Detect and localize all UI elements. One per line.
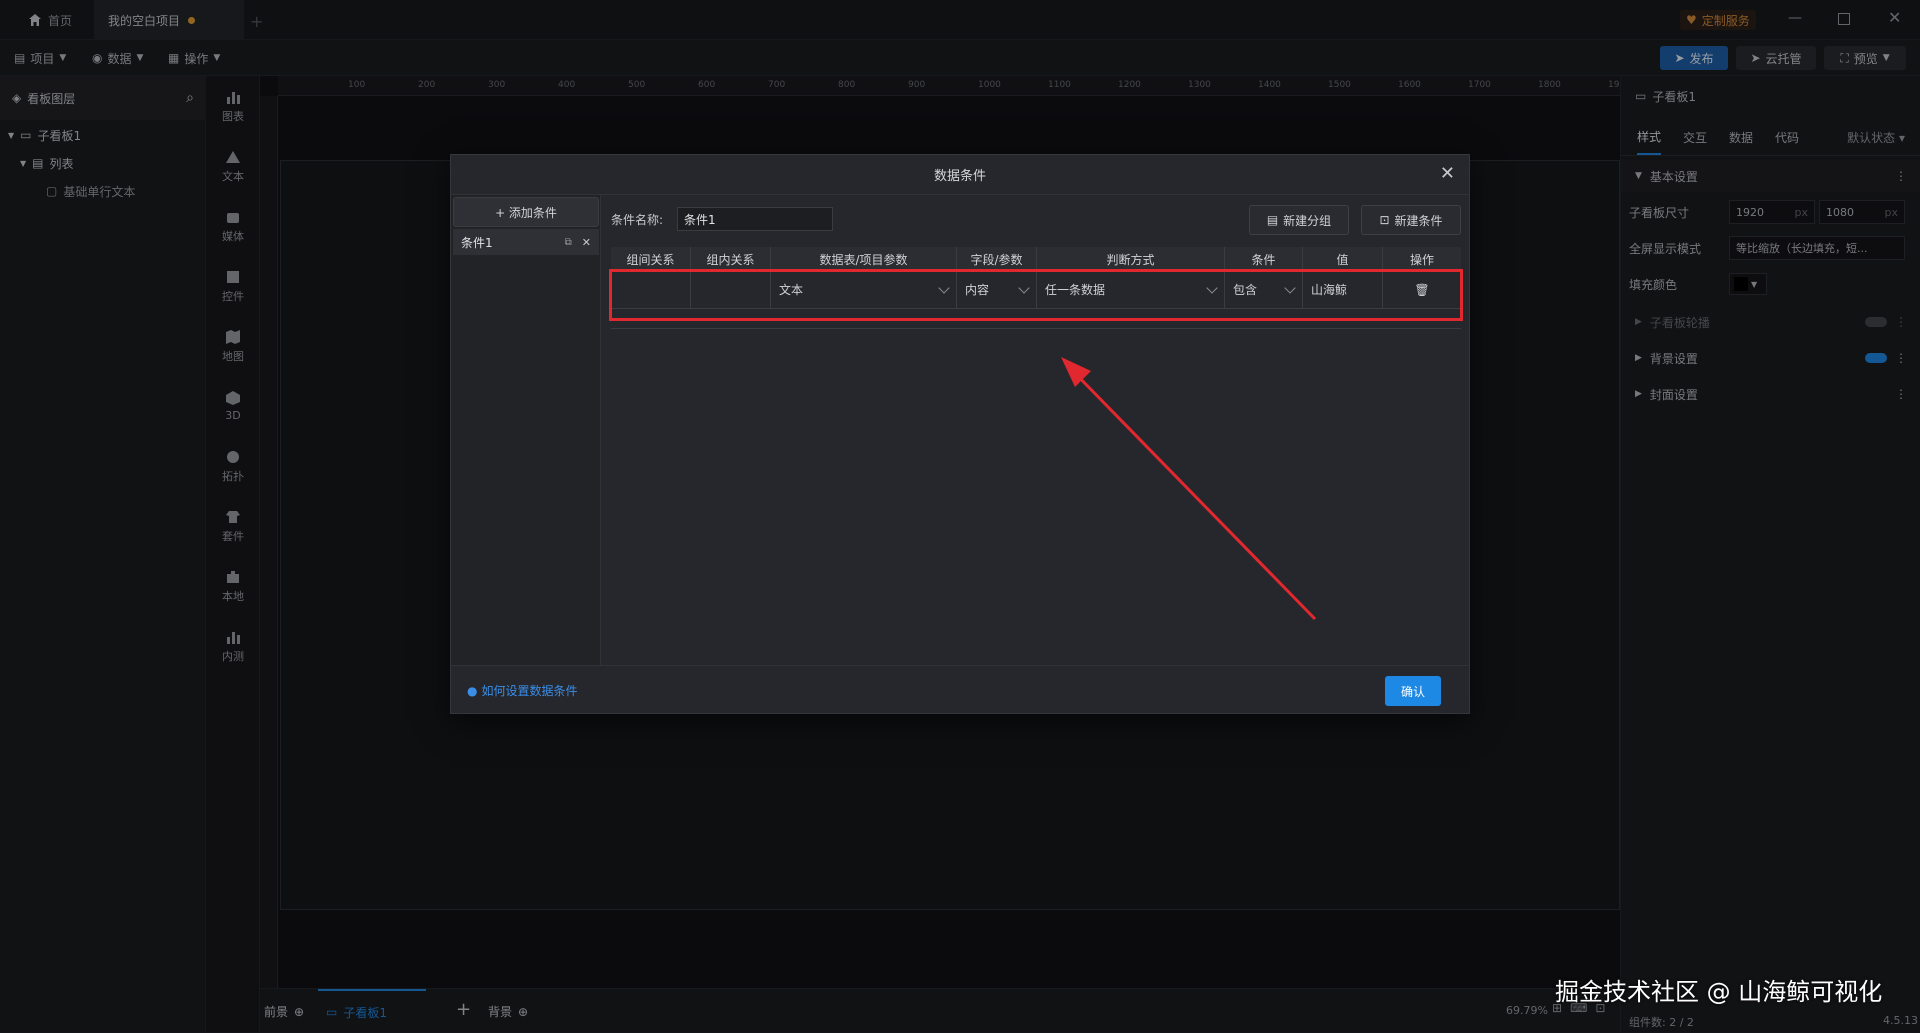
annotation-arrow <box>1061 357 1317 621</box>
confirm-button[interactable]: 确认 <box>1385 676 1441 706</box>
watermark: 掘金技术社区 @ 山海鲸可视化 <box>1555 978 1883 1006</box>
data-condition-dialog: 数据条件 ✕ + 添加条件 条件1 ⧉ ✕ 条件名称: 条件1 ▤ 新建分组 ⊡ 新… <box>450 154 1470 714</box>
help-link-label: 如何设置数据条件 <box>481 684 578 698</box>
help-link[interactable]: ● 如何设置数据条件 <box>467 682 578 699</box>
lightbulb-icon: ● <box>467 683 478 698</box>
confirm-label: 确认 <box>1400 684 1425 699</box>
dialog-footer: ● 如何设置数据条件 确认 <box>451 665 1469 713</box>
